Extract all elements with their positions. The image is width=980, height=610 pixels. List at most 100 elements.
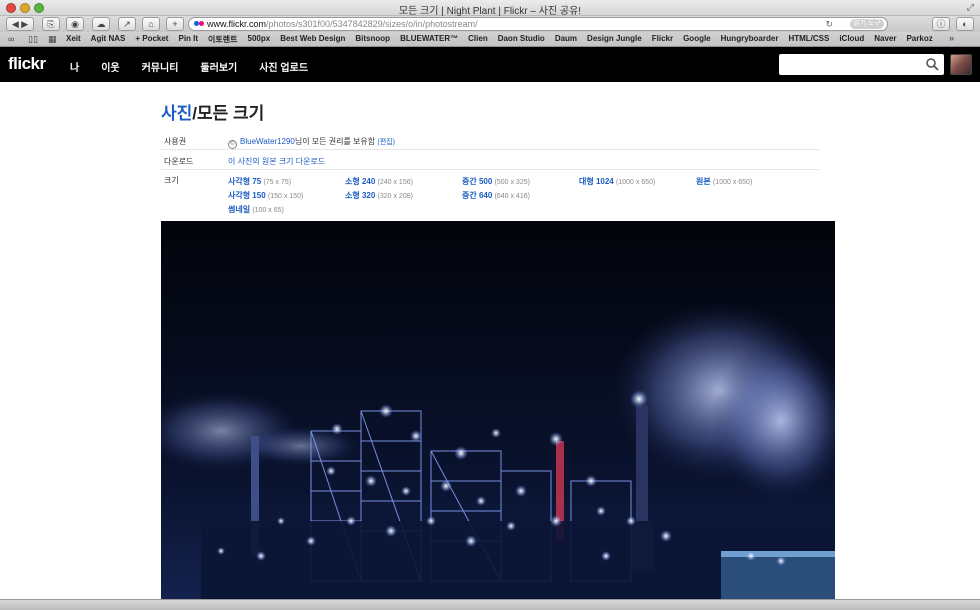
nav-item[interactable]: 둘러보기: [200, 59, 237, 74]
size-dimensions: (100 x 65): [252, 207, 284, 214]
size-option[interactable]: 대형 1024 (1000 x 650): [579, 175, 655, 189]
size-name[interactable]: 소형 320: [345, 191, 375, 200]
extensions-icon[interactable]: ◐: [956, 17, 974, 31]
size-info-table: 사용권 © BlueWater1290님이 모든 권리를 보유함 (편집) 다운로…: [161, 130, 819, 214]
size-name[interactable]: 썸네일: [228, 205, 250, 214]
share-icon[interactable]: ↗: [118, 17, 136, 31]
bookmark-item[interactable]: Xeit: [66, 34, 81, 45]
size-column: 원본 (1000 x 650): [696, 175, 752, 189]
url-domain: www.flickr.com: [207, 19, 267, 29]
size-name[interactable]: 소형 240: [345, 177, 375, 186]
size-name[interactable]: 사각형 75: [228, 177, 261, 186]
fullscreen-icon[interactable]: ⤢: [967, 2, 974, 13]
bookmark-item[interactable]: + Pocket: [135, 34, 168, 45]
size-dimensions: (500 x 325): [494, 179, 530, 186]
history-icon[interactable]: ⎘: [42, 17, 60, 31]
bookmark-item[interactable]: Design Jungle: [587, 34, 642, 45]
downloads-icon[interactable]: ⓘ: [932, 17, 950, 31]
back-arrow-icon[interactable]: ◀: [12, 19, 19, 29]
license-row: 사용권 © BlueWater1290님이 모든 권리를 보유함 (편집): [161, 130, 819, 150]
window-title: 모든 크기 | Night Plant | Flickr – 사진 공유!: [398, 6, 582, 17]
size-option[interactable]: 사각형 75 (75 x 75): [228, 175, 303, 189]
size-dimensions: (320 x 208): [377, 193, 413, 200]
owner-link[interactable]: BlueWater1290: [240, 137, 295, 146]
bookmark-list: Xeit Agit NAS + Pocket Pin It 이토렌트 500px Best …: [66, 34, 933, 45]
bookmark-item[interactable]: 이토렌트: [208, 34, 237, 45]
window-titlebar: 모든 크기 | Night Plant | Flickr – 사진 공유! ⤢: [0, 0, 980, 17]
top-sites-icon[interactable]: ▦: [48, 34, 57, 45]
size-option[interactable]: 썸네일 (100 x 65): [228, 203, 303, 217]
search-input[interactable]: [779, 54, 944, 75]
download-original-link[interactable]: 이 사진의 원본 크기 다운로드: [228, 157, 325, 166]
page-title-rest: /모든 크기: [192, 104, 265, 123]
main-nav: 나 이웃 커뮤니티 둘러보기 사진 업로드: [70, 59, 330, 74]
download-label: 다운로드: [164, 157, 194, 166]
size-option[interactable]: 소형 240 (240 x 156): [345, 175, 413, 189]
size-option[interactable]: 중간 500 (500 x 325): [462, 175, 530, 189]
url-path: /photos/s301f00/5347842829/sizes/o/in/ph…: [266, 19, 478, 29]
size-name[interactable]: 대형 1024: [579, 177, 614, 186]
flickr-favicon-icon: [194, 21, 204, 27]
bookmark-item[interactable]: HTML/CSS: [788, 34, 829, 45]
bookmark-item[interactable]: iCloud: [839, 34, 864, 45]
bookmark-item[interactable]: Parkoz: [906, 34, 932, 45]
bookmark-item[interactable]: 500px: [248, 34, 271, 45]
back-forward-buttons[interactable]: ◀ ▶: [6, 17, 34, 31]
rights-text: 님이 모든 권리를 보유함: [294, 137, 376, 146]
sizes-label: 크기: [164, 176, 179, 185]
bookmark-item[interactable]: BLUEWATER™: [400, 34, 458, 45]
reload-icon[interactable]: ↻: [825, 18, 833, 30]
bookmark-item[interactable]: Agit NAS: [91, 34, 126, 45]
size-option[interactable]: 소형 320 (320 x 208): [345, 189, 413, 203]
size-option[interactable]: 중간 640 (640 x 416): [462, 189, 530, 203]
flickr-logo[interactable]: flickr: [8, 54, 46, 74]
photo-night-plant[interactable]: [161, 221, 835, 599]
size-name[interactable]: 중간 640: [462, 191, 492, 200]
nav-item[interactable]: 이웃: [101, 59, 119, 74]
photo-link[interactable]: 사진: [161, 104, 192, 123]
size-name[interactable]: 중간 500: [462, 177, 492, 186]
flickr-header: flickr 나 이웃 커뮤니티 둘러보기 사진 업로드: [0, 47, 980, 82]
bookmark-item[interactable]: Daum: [555, 34, 577, 45]
more-bookmarks-button[interactable]: »: [949, 33, 954, 43]
bookmark-item[interactable]: Naver: [874, 34, 896, 45]
browser-toolbar: ◀ ▶ ⎘ ◉ ☁ ↗ ⌂ + www.flickr.com/photos/s3…: [0, 16, 980, 32]
bookmark-item[interactable]: Daon Studio: [498, 34, 545, 45]
nav-item[interactable]: 사진 업로드: [259, 59, 308, 74]
bookmarks-book-icon[interactable]: ▯▯: [28, 34, 38, 45]
size-dimensions: (240 x 156): [377, 179, 413, 186]
bookmark-item[interactable]: Hungryboarder: [721, 34, 779, 45]
home-icon[interactable]: ⌂: [142, 17, 160, 31]
reading-glasses-icon[interactable]: ∞: [8, 34, 14, 44]
size-option[interactable]: 사각형 150 (150 x 150): [228, 189, 303, 203]
address-bar[interactable]: www.flickr.com/photos/s301f00/5347842829…: [188, 17, 888, 31]
size-dimensions: (1000 x 650): [712, 179, 753, 186]
copyright-icon: ©: [228, 140, 237, 149]
search-icon[interactable]: [925, 57, 939, 71]
bookmark-item[interactable]: Clien: [468, 34, 488, 45]
nav-item[interactable]: 커뮤니티: [142, 59, 179, 74]
new-tab-icon[interactable]: +: [166, 17, 184, 31]
sizes-row: 크기 사각형 75 (75 x 75) 사각형 150 (150 x 150) 썸네…: [161, 170, 819, 214]
status-bar: [0, 599, 980, 610]
nav-item[interactable]: 나: [70, 59, 79, 74]
bookmark-item[interactable]: Google: [683, 34, 711, 45]
license-label: 사용권: [164, 137, 187, 146]
download-row: 다운로드 이 사진의 원본 크기 다운로드: [161, 150, 819, 170]
size-dimensions: (640 x 416): [494, 193, 530, 200]
forward-arrow-icon[interactable]: ▶: [21, 19, 28, 29]
reading-list-icon[interactable]: ◉: [66, 17, 84, 31]
reader-button[interactable]: 읽기 도구: [850, 19, 884, 29]
edit-link[interactable]: (편집): [377, 139, 395, 146]
size-dimensions: (1000 x 650): [615, 179, 656, 186]
size-column: 대형 1024 (1000 x 650): [579, 175, 655, 189]
avatar[interactable]: [950, 54, 972, 75]
icloud-tabs-icon[interactable]: ☁: [92, 17, 110, 31]
bookmark-item[interactable]: Best Web Design: [280, 34, 345, 45]
size-name[interactable]: 원본: [696, 177, 711, 186]
bookmark-item[interactable]: Bitsnoop: [355, 34, 390, 45]
bookmark-item[interactable]: Pin It: [178, 34, 198, 45]
size-option[interactable]: 원본 (1000 x 650): [696, 175, 752, 189]
bookmark-item[interactable]: Flickr: [652, 34, 673, 45]
size-name[interactable]: 사각형 150: [228, 191, 266, 200]
